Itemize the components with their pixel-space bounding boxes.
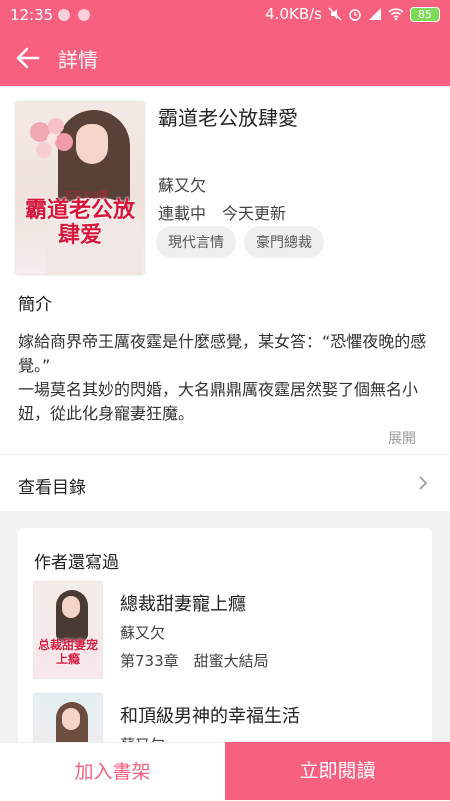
network-speed: 4.0KB/s	[265, 5, 322, 23]
tag-chip[interactable]: 現代言情	[156, 226, 236, 258]
work-title: 總裁甜妻寵上癮	[120, 594, 246, 615]
notification-dot-icon	[78, 9, 90, 21]
page-title: 詳情	[58, 48, 98, 72]
book-author[interactable]: 蘇又欠	[158, 172, 206, 196]
wifi-icon	[388, 8, 404, 21]
book-header: 苏又欠◎著 霸道老公放肆爱 霸道老公放肆愛 蘇又欠 連載中 今天更新 現代言情 …	[0, 86, 450, 286]
mute-icon	[328, 7, 342, 21]
chevron-right-icon	[419, 476, 428, 490]
expand-button[interactable]: 展開	[388, 428, 416, 448]
book-status: 連載中 今天更新	[158, 204, 287, 223]
cover-title: 霸道老公放肆爱	[24, 197, 135, 248]
tag-chip[interactable]: 豪門總裁	[244, 226, 324, 258]
book-title: 霸道老公放肆愛	[158, 106, 298, 130]
work-cover: 总裁甜妻宠上瘾	[34, 582, 102, 678]
book-tags: 現代言情 豪門總裁	[156, 226, 324, 258]
status-bar: 12:35 4.0KB/s 85	[0, 0, 450, 30]
alarm-icon	[349, 9, 361, 21]
cover-figure-face	[62, 708, 80, 730]
intro-text: 嫁給商界帝王厲夜霆是什麼感覺，某女答：“恐懼夜晚的感覺。” 一場莫名其妙的閃婚，大…	[18, 330, 436, 426]
work-cover-title: 总裁甜妻宠上瘾	[37, 638, 98, 666]
other-works-heading: 作者還寫過	[34, 553, 119, 573]
intro-heading: 簡介	[18, 295, 52, 315]
work-author: 蘇又欠	[120, 624, 166, 642]
book-cover[interactable]: 苏又欠◎著 霸道老公放肆爱	[16, 102, 144, 274]
work-title: 和頂級男神的幸福生活	[120, 706, 300, 727]
notification-dot-icon	[58, 9, 70, 21]
app-bar: 詳情	[0, 30, 450, 86]
cover-figure-face	[62, 596, 80, 618]
signal-icon	[369, 8, 381, 20]
work-latest-chapter: 第733章 甜蜜大結局	[120, 652, 269, 670]
cover-flowers-icon	[30, 118, 73, 158]
back-arrow-icon[interactable]	[14, 44, 42, 72]
add-to-shelf-button[interactable]: 加入書架	[0, 742, 225, 800]
bottom-action-bar: 加入書架 立即閱讀	[0, 742, 450, 800]
work-item[interactable]: 总裁甜妻宠上瘾 總裁甜妻寵上癮 蘇又欠 第733章 甜蜜大結局	[18, 582, 432, 692]
battery-icon: 85	[410, 6, 440, 22]
status-time: 12:35	[10, 6, 54, 24]
toc-row[interactable]: 查看目錄	[0, 455, 450, 511]
cover-figure-face	[76, 124, 108, 164]
read-now-button[interactable]: 立即閱讀	[225, 742, 450, 800]
toc-label: 查看目錄	[18, 478, 86, 498]
intro-text-content: 嫁給商界帝王厲夜霆是什麼感覺，某女答：“恐懼夜晚的感覺。” 一場莫名其妙的閃婚，大…	[18, 332, 427, 423]
